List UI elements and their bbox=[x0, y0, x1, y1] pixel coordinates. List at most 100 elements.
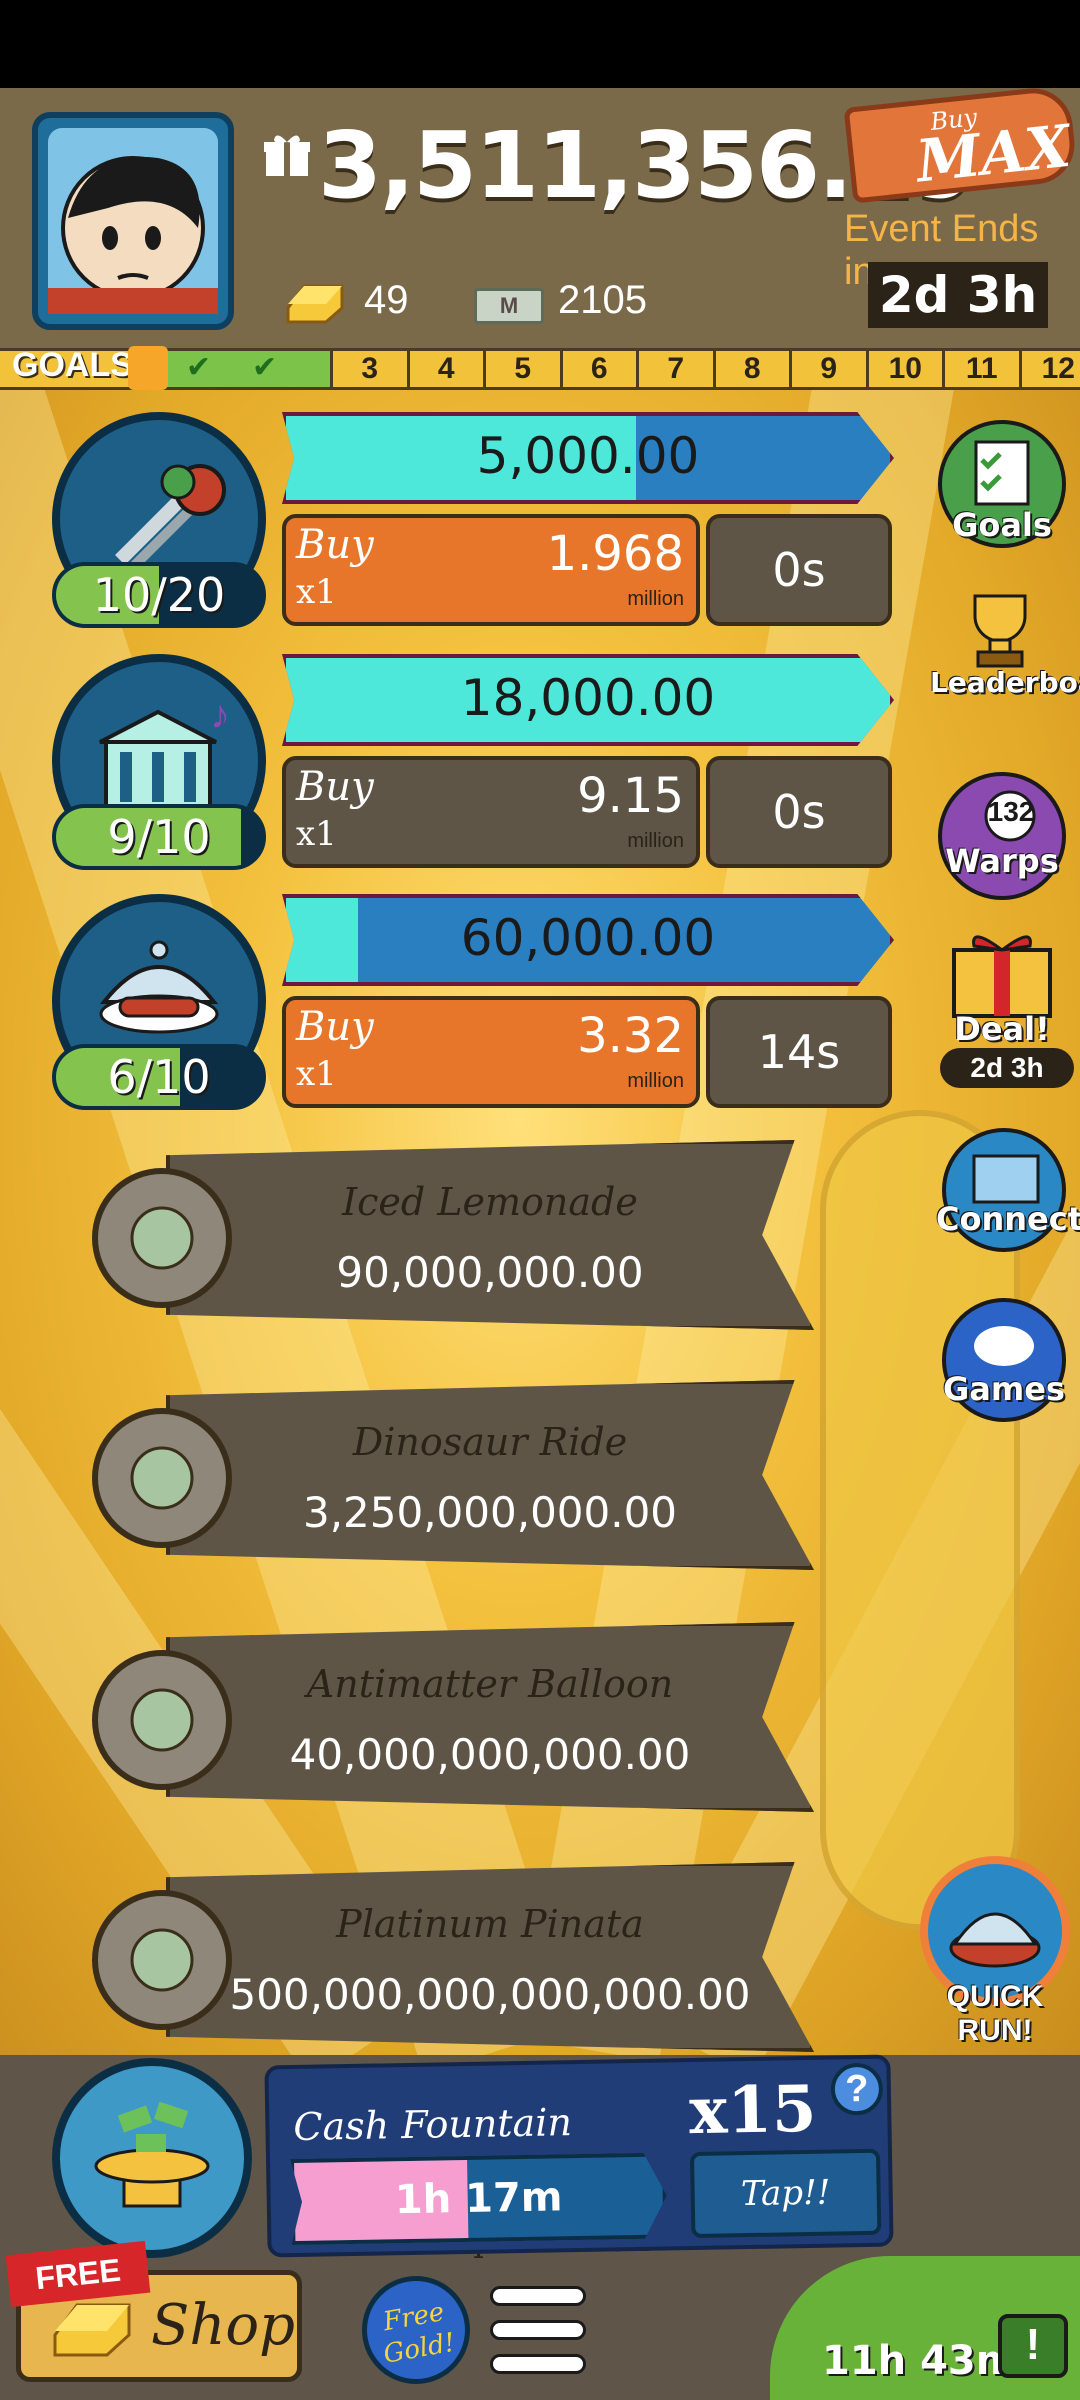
buy-button[interactable]: Buy x1 1.968 million bbox=[282, 514, 700, 626]
gold-bar-icon bbox=[282, 278, 348, 326]
warps-count: 132 bbox=[987, 796, 1035, 827]
deal-gift-icon[interactable] bbox=[940, 930, 1064, 1020]
megabucks-count: 2105 bbox=[558, 278, 647, 322]
cash-fountain-title: Cash Fountain bbox=[293, 2100, 573, 2149]
revenue-progress-bar[interactable]: 5,000.00 bbox=[282, 412, 894, 504]
gift-cash-icon bbox=[262, 130, 312, 180]
warps-label: Warps bbox=[945, 842, 1059, 880]
gold-bar-icon bbox=[53, 2303, 131, 2357]
trophy-icon[interactable] bbox=[950, 590, 1050, 670]
gift-box-icon bbox=[128, 346, 168, 390]
buy-multiplier: x1 bbox=[296, 572, 337, 612]
lemonade-icon bbox=[92, 1168, 232, 1308]
cycle-timer: 0s bbox=[706, 756, 892, 868]
locked-business-name: Iced Lemonade bbox=[342, 1180, 638, 1224]
goal-cell: 12 bbox=[1018, 351, 1080, 387]
locked-business-name: Dinosaur Ride bbox=[352, 1420, 628, 1464]
goal-check-icon: ✔ bbox=[252, 351, 278, 384]
cash-fountain-timer-bar: 1h 17m bbox=[290, 2152, 667, 2245]
goal-cell: 6 bbox=[559, 351, 637, 387]
hotdog-platter-icon bbox=[949, 1912, 1041, 1968]
buy-cost: 3.32 bbox=[577, 1008, 684, 1064]
owned-count: 9/10 bbox=[107, 810, 211, 864]
owned-count-bar: 10/20 bbox=[52, 562, 266, 628]
locked-business-banner[interactable]: Dinosaur Ride 3,250,000,000.00 bbox=[166, 1380, 814, 1570]
goal-cell: 10 bbox=[865, 351, 943, 387]
help-button[interactable]: ? bbox=[830, 2062, 884, 2116]
buy-label: Buy bbox=[296, 1004, 374, 1050]
globe-balloon-icon bbox=[92, 1650, 232, 1790]
buy-cost: 9.15 bbox=[577, 768, 684, 824]
goal-cell: 7 bbox=[636, 351, 713, 387]
locked-business-banner[interactable]: Iced Lemonade 90,000,000.00 bbox=[166, 1140, 814, 1330]
cash-fountain-panel: Cash Fountain x15 ? 1h 17m Tap!! bbox=[264, 2054, 894, 2258]
goal-cell: 3 bbox=[330, 351, 407, 387]
locked-business-banner[interactable]: Antimatter Balloon 40,000,000,000.00 bbox=[166, 1622, 814, 1812]
locked-business-cost: 3,250,000,000.00 bbox=[302, 1488, 678, 1537]
deal-label: Deal! bbox=[954, 1010, 1050, 1048]
revenue-progress-bar[interactable]: 60,000.00 bbox=[282, 894, 894, 986]
warps-badge[interactable] bbox=[936, 770, 1068, 902]
games-label: Games bbox=[943, 1370, 1065, 1408]
menu-line bbox=[490, 2320, 586, 2340]
buy-label: Buy bbox=[296, 522, 374, 568]
goal-cell: 4 bbox=[406, 351, 484, 387]
owned-count: 10/20 bbox=[92, 568, 226, 622]
buy-button[interactable]: Buy x1 9.15 million bbox=[282, 756, 700, 868]
buy-cost-unit: million bbox=[627, 588, 684, 610]
goal-cell: 11 bbox=[942, 351, 1019, 387]
shop-label: Shop bbox=[151, 2293, 295, 2358]
locked-business-banner[interactable]: Platinum Pinata 500,000,000,000,000.00 bbox=[166, 1862, 814, 2052]
goal-cell: 9 bbox=[789, 351, 866, 387]
cash-fountain-timer: 1h 17m bbox=[394, 2174, 563, 2224]
tv-icon: ! bbox=[998, 2314, 1068, 2378]
avatar[interactable] bbox=[32, 112, 234, 330]
owned-count: 6/10 bbox=[107, 1050, 211, 1104]
goal-cell: 5 bbox=[483, 351, 560, 387]
connect-label: Connect bbox=[936, 1200, 1080, 1238]
triceratops-icon bbox=[92, 1408, 232, 1548]
cash-fountain-icon[interactable] bbox=[52, 2058, 252, 2258]
owned-count-bar: 9/10 bbox=[52, 804, 266, 870]
goal-check-icon: ✔ bbox=[186, 351, 212, 384]
megabucks-icon: M bbox=[474, 288, 544, 324]
deal-timer: 2d 3h bbox=[940, 1048, 1074, 1088]
svg-text:♪: ♪ bbox=[210, 693, 230, 737]
revenue-amount: 18,000.00 bbox=[460, 669, 716, 727]
locked-business-cost: 90,000,000.00 bbox=[336, 1248, 644, 1297]
buy-button[interactable]: Buy x1 3.32 million bbox=[282, 996, 700, 1108]
tap-button[interactable]: Tap!! bbox=[689, 2148, 882, 2239]
free-gold-label: Free Gold! bbox=[380, 2297, 458, 2370]
locked-business-cost: 40,000,000,000.00 bbox=[289, 1730, 691, 1779]
cash-fountain-multiplier: x15 bbox=[688, 2071, 818, 2150]
owned-count-bar: 6/10 bbox=[52, 1044, 266, 1110]
cycle-timer: 14s bbox=[706, 996, 892, 1108]
menu-button[interactable] bbox=[490, 2282, 590, 2382]
menu-line bbox=[490, 2286, 586, 2306]
buy-cost-unit: million bbox=[627, 1070, 684, 1092]
locked-business-cost: 500,000,000,000,000.00 bbox=[229, 1970, 751, 2019]
menu-line bbox=[490, 2354, 586, 2374]
gold-count: 49 bbox=[364, 278, 409, 322]
revenue-amount: 60,000.00 bbox=[460, 909, 716, 967]
locked-business-name: Platinum Pinata bbox=[336, 1902, 644, 1946]
event-timer: 2d 3h bbox=[868, 262, 1048, 328]
quick-run-label: QUICK RUN! bbox=[946, 1980, 1044, 2047]
buy-multiplier: x1 bbox=[296, 814, 337, 854]
buy-label: Buy bbox=[296, 764, 374, 810]
status-bar bbox=[0, 0, 1080, 88]
buy-cost: 1.968 bbox=[546, 526, 684, 582]
goals-badge-label: Goals bbox=[952, 506, 1052, 544]
astronaut-avatar-icon bbox=[48, 128, 218, 318]
revenue-amount: 5,000.00 bbox=[476, 427, 700, 485]
ad-boost-timer: 11h 43m bbox=[822, 2338, 1018, 2384]
pinata-icon bbox=[92, 1890, 232, 2030]
leaderboard-label[interactable]: Leaderboard bbox=[930, 666, 1080, 699]
buy-multiplier: x1 bbox=[296, 1054, 337, 1094]
cycle-timer: 0s bbox=[706, 514, 892, 626]
buy-cost-unit: million bbox=[627, 830, 684, 852]
revenue-progress-bar[interactable]: 18,000.00 bbox=[282, 654, 894, 746]
locked-business-name: Antimatter Balloon bbox=[306, 1662, 674, 1706]
goals-label: GOALS bbox=[12, 346, 133, 384]
goal-cell: 8 bbox=[712, 351, 790, 387]
